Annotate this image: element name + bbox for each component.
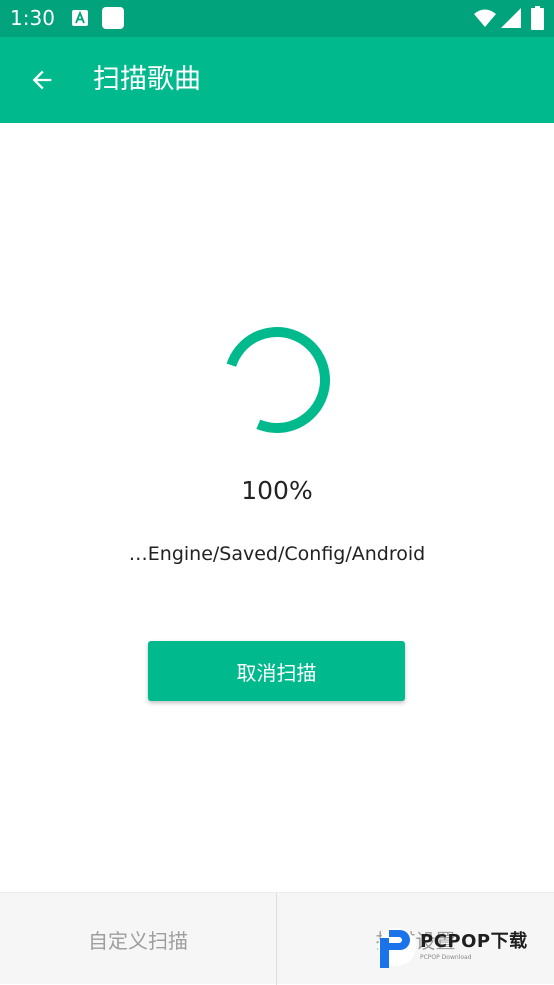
back-button[interactable]: [20, 58, 64, 102]
progress-percent: 100%: [241, 476, 313, 505]
status-bar: 1:30: [0, 0, 554, 37]
app-bar: 扫描歌曲: [0, 37, 554, 123]
status-time: 1:30: [10, 6, 55, 30]
wifi-icon: [474, 9, 496, 27]
cancel-scan-button[interactable]: 取消扫描: [148, 641, 405, 701]
battery-icon: [531, 6, 544, 30]
square-notification-icon: [102, 7, 124, 29]
signal-icon: [501, 8, 521, 28]
progress-spinner: [224, 327, 330, 433]
custom-scan-button[interactable]: 自定义扫描: [0, 893, 276, 985]
arrow-back-icon: [32, 70, 52, 90]
scan-settings-button[interactable]: 扫描设置: [277, 893, 554, 985]
scan-current-path: …Engine/Saved/Config/Android: [128, 543, 426, 565]
page-title: 扫描歌曲: [93, 64, 201, 95]
bottom-bar: 自定义扫描 扫描设置: [0, 892, 554, 985]
a-notification-icon: [72, 10, 88, 26]
